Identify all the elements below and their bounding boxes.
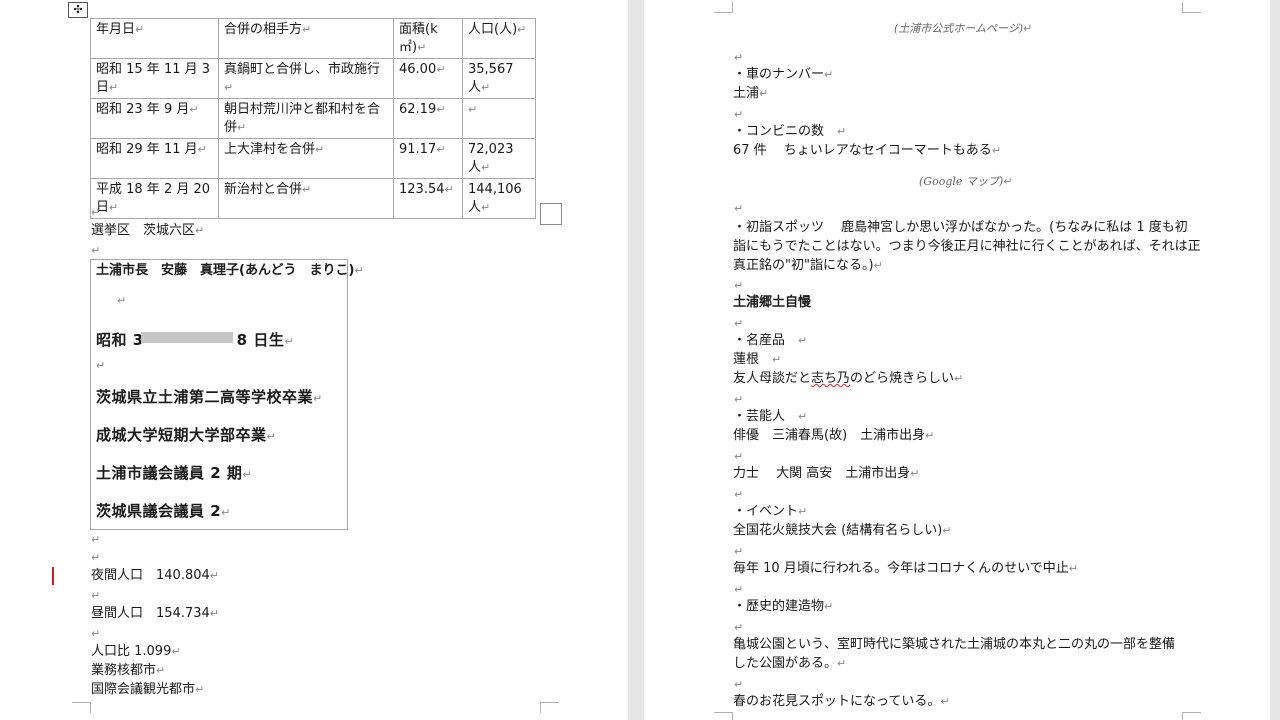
- empty-paragraph-mark: ↵: [96, 359, 106, 372]
- mayor-pref-council-term[interactable]: 茨城県議会議員 2↵: [96, 500, 231, 521]
- table-cell[interactable]: 62.19↵: [393, 98, 463, 139]
- local-pride-heading[interactable]: 土浦郷土自慢: [733, 294, 811, 312]
- celebrity-rikishi[interactable]: 力士 大関 高安 土浦市出身↵: [733, 465, 919, 483]
- mayor-college[interactable]: 成城大学短期大学部卒業↵: [96, 424, 276, 445]
- convention-city-text[interactable]: 国際会議観光都市↵: [91, 681, 204, 699]
- electoral-district-text[interactable]: 選挙区 茨城六区↵: [91, 222, 204, 240]
- hatsumode-line-1[interactable]: ・初詣スポッツ 鹿島神宮しか思い浮かばなかった。(ちなみに私は 1 度も初: [733, 219, 1188, 237]
- document-page-right[interactable]: (土浦市公式ホームページ)↵ ↵ ・車のナンバー↵ 土浦↵ ↵ ・コンビニの数 …: [644, 0, 1270, 720]
- table-cell[interactable]: 朝日村荒川沖と都和村を合併↵: [218, 98, 394, 139]
- table-header-cell[interactable]: 面積(k㎡)↵: [393, 18, 463, 59]
- car-number-heading[interactable]: ・車のナンバー↵: [733, 66, 833, 84]
- event-fireworks[interactable]: 全国花火競技大会 (結構有名らしい)↵: [733, 522, 952, 540]
- empty-paragraph-mark: ↵: [734, 450, 744, 463]
- empty-paragraph-mark: ↵: [734, 393, 744, 406]
- table-row: 昭和 23 年 9 月↵ 朝日村荒川沖と都和村を合併↵ 62.19↵ ↵: [90, 98, 536, 139]
- product-lotus-root[interactable]: 蓮根 ↵: [733, 351, 781, 369]
- historic-line-2[interactable]: した公園がある。↵: [733, 655, 846, 673]
- table-header-cell[interactable]: 年月日↵: [90, 18, 219, 59]
- table-cell[interactable]: 91.17↵: [393, 138, 463, 179]
- convenience-heading[interactable]: ・コンビニの数 ↵: [733, 123, 846, 141]
- margin-corner-mark: [1182, 712, 1201, 720]
- table-cell[interactable]: 昭和 29 年 11 月↵: [90, 138, 219, 179]
- night-population-text[interactable]: 夜間人口 140.804↵: [91, 567, 219, 585]
- empty-paragraph-mark: ↵: [117, 294, 127, 307]
- table-header-row: 年月日↵ 合併の相手方↵ 面積(k㎡)↵ 人口(人)↵: [90, 18, 536, 59]
- mayor-name[interactable]: 土浦市長 安藤 真理子(あんどう まりこ)↵: [96, 262, 364, 280]
- product-dorayaki[interactable]: 友人母談だと志ち乃のどら焼きらしい↵: [733, 370, 963, 388]
- historic-heading[interactable]: ・歴史的建造物↵: [733, 598, 833, 616]
- margin-corner-mark: [72, 702, 91, 713]
- table-cell[interactable]: 上大津村を合併↵: [218, 138, 394, 179]
- table-row: 平成 18 年 2 月 20 日↵ 新治村と合併↵ 123.54↵ 144,10…: [90, 178, 536, 219]
- table-cell[interactable]: 46.00↵: [393, 58, 463, 99]
- empty-paragraph-mark: ↵: [734, 583, 744, 596]
- table-row: 昭和 15 年 11 月 3 日↵ 真鍋町と合併し、市政施行↵ 46.00↵ 3…: [90, 58, 536, 99]
- empty-paragraph-mark: ↵: [734, 678, 744, 691]
- historic-line-1[interactable]: 亀城公園という、室町時代に築城された土浦城の本丸と二の丸の一部を整備: [733, 636, 1175, 654]
- event-heading[interactable]: ・イベント↵: [733, 503, 807, 521]
- empty-paragraph-mark: ↵: [91, 551, 101, 564]
- table-resize-handle[interactable]: [540, 203, 562, 225]
- margin-corner-mark: [1182, 2, 1201, 13]
- empty-paragraph-mark: ↵: [734, 488, 744, 501]
- table-cell[interactable]: 昭和 15 年 11 月 3 日↵: [90, 58, 219, 99]
- hatsumode-line-3[interactable]: 真正銘の"初"詣になる。)↵: [733, 257, 883, 275]
- google-map-caption[interactable]: (Google マップ)↵: [919, 173, 1012, 189]
- event-detail[interactable]: 毎年 10 月頃に行われる。今年はコロナくんのせいで中止↵: [733, 560, 1078, 578]
- hanami-text[interactable]: 春のお花見スポットになっている。↵: [733, 693, 950, 711]
- mayor-high-school[interactable]: 茨城県立土浦第二高等学校卒業↵: [96, 386, 323, 407]
- car-number-text[interactable]: 土浦↵: [733, 85, 768, 103]
- margin-corner-mark: [540, 702, 559, 713]
- empty-paragraph-mark: ↵: [734, 279, 744, 292]
- empty-paragraph-mark: ↵: [734, 108, 744, 121]
- mayor-profile-box[interactable]: 土浦市長 安藤 真理子(あんどう まりこ)↵ ↵ 昭和 3 8 日生↵ ↵ 茨城…: [90, 259, 364, 530]
- empty-paragraph-mark: ↵: [734, 202, 744, 215]
- redaction-blur: [141, 332, 233, 343]
- margin-corner-mark: [714, 2, 733, 13]
- empty-paragraph-mark: ↵: [734, 621, 744, 634]
- table-cell[interactable]: 35,567 人↵: [462, 58, 536, 99]
- empty-paragraph-mark: ↵: [91, 206, 101, 219]
- source-caption[interactable]: (土浦市公式ホームページ)↵: [894, 20, 1032, 36]
- empty-paragraph-mark: ↵: [734, 317, 744, 330]
- table-header-cell[interactable]: 人口(人)↵: [462, 18, 536, 59]
- celebrity-actor[interactable]: 俳優 三浦春馬(故) 土浦市出身↵: [733, 427, 934, 445]
- document-page-left[interactable]: ✣ 年月日↵ 合併の相手方↵ 面積(k㎡)↵ 人口(人)↵ 昭和 15 年 11…: [0, 0, 628, 720]
- core-city-text[interactable]: 業務核都市↵: [91, 662, 165, 680]
- empty-paragraph-mark: ↵: [91, 533, 101, 546]
- table-cell[interactable]: 平成 18 年 2 月 20 日↵: [90, 178, 219, 219]
- empty-paragraph-mark: ↵: [91, 627, 101, 640]
- hatsumode-line-2[interactable]: 詣にもうでたことはない。つまり今後正月に神社に行くことがあれば、それは正: [733, 238, 1201, 256]
- table-header-cell[interactable]: 合併の相手方↵: [218, 18, 394, 59]
- table-cell[interactable]: 新治村と合併↵: [218, 178, 394, 219]
- day-population-text[interactable]: 昼間人口 154.734↵: [91, 605, 219, 623]
- table-cell[interactable]: 144,106 人↵: [462, 178, 536, 219]
- table-cell[interactable]: 真鍋町と合併し、市政施行↵: [218, 58, 394, 99]
- empty-paragraph-mark: ↵: [91, 244, 101, 257]
- population-ratio-text[interactable]: 人口比 1.099↵: [91, 643, 181, 661]
- convenience-text[interactable]: 67 件 ちょいレアなセイコーマートもある↵: [733, 142, 1001, 160]
- empty-paragraph-mark: ↵: [734, 545, 744, 558]
- mayor-city-council-term[interactable]: 土浦市議会議員 2 期↵: [96, 462, 252, 483]
- table-row: 昭和 29 年 11 月↵ 上大津村を合併↵ 91.17↵ 72,023 人↵: [90, 138, 536, 179]
- merger-history-table[interactable]: 年月日↵ 合併の相手方↵ 面積(k㎡)↵ 人口(人)↵ 昭和 15 年 11 月…: [90, 18, 536, 219]
- empty-paragraph-mark: ↵: [91, 589, 101, 602]
- change-bar-marker: [52, 567, 54, 585]
- table-cell[interactable]: 72,023 人↵: [462, 138, 536, 179]
- products-heading[interactable]: ・名産品 ↵: [733, 332, 807, 350]
- margin-corner-mark: [714, 712, 733, 720]
- celebrity-heading[interactable]: ・芸能人 ↵: [733, 408, 807, 426]
- table-cell[interactable]: 昭和 23 年 9 月↵: [90, 98, 219, 139]
- spelling-error-underline[interactable]: 志ち乃: [811, 371, 850, 386]
- empty-paragraph-mark: ↵: [734, 51, 744, 64]
- table-cell[interactable]: ↵: [462, 98, 536, 139]
- table-cell[interactable]: 123.54↵: [393, 178, 463, 219]
- table-move-handle-icon[interactable]: ✣: [68, 2, 88, 18]
